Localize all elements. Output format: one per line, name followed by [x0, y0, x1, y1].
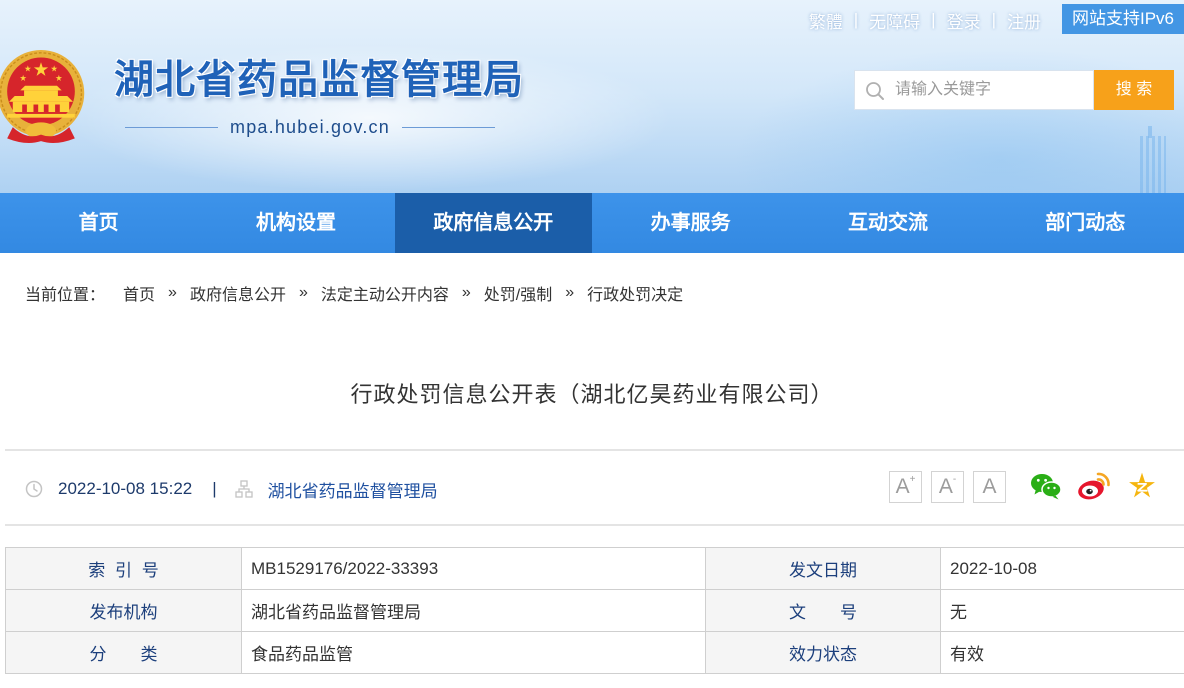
font-reset-letter: A [982, 475, 997, 498]
top-link-separator: | [931, 10, 936, 29]
ipv6-badge: 网站支持IPv6 [1062, 4, 1184, 34]
font-increase-button[interactable]: A+ [889, 471, 922, 503]
breadcrumb-separator: » [168, 284, 177, 301]
search-input[interactable] [895, 71, 1091, 109]
site-domain: mpa.hubei.gov.cn [230, 116, 390, 137]
issue-date-value: 2022-10-08 [940, 547, 1184, 590]
header-decoration [1140, 126, 1166, 193]
nav-item-gov-info-disclosure[interactable]: 政府信息公开 [394, 193, 592, 253]
font-increase-sup: + [909, 474, 916, 485]
national-emblem-logo[interactable] [0, 48, 88, 146]
category-value: 食品药品监管 [241, 631, 706, 674]
info-table: 索 引 号 MB1529176/2022-33393 发文日期 2022-10-… [5, 547, 1184, 674]
top-link-separator: | [853, 10, 859, 29]
domain-divider-right [401, 126, 495, 128]
main-nav: 首页 机构设置 政府信息公开 办事服务 互动交流 部门动态 [0, 193, 1184, 253]
nav-item-news[interactable]: 部门动态 [987, 193, 1184, 253]
category-label: 分 类 [5, 631, 242, 674]
publish-datetime: 2022-10-08 15:22 [58, 479, 193, 498]
meta-divider: | [212, 479, 217, 498]
issue-date-label: 发文日期 [705, 547, 941, 590]
title-divider [5, 449, 1184, 451]
breadcrumb: 当前位置： 首页 » 政府信息公开 » 法定主动公开内容 » 处罚/强制 » 行… [25, 281, 683, 305]
breadcrumb-item[interactable]: 法定主动公开内容 [321, 281, 449, 305]
organization-icon [235, 480, 253, 498]
breadcrumb-item[interactable]: 处罚/强制 [484, 281, 552, 305]
search-button[interactable]: 搜 索 [1094, 70, 1174, 110]
breadcrumb-item[interactable]: 首页 [123, 281, 155, 305]
font-reset-button[interactable]: A [973, 471, 1006, 503]
breadcrumb-separator: » [565, 284, 575, 301]
search-bar: 搜 索 [854, 70, 1174, 110]
register-link[interactable]: 注册 [1007, 8, 1041, 33]
domain-divider-left [125, 126, 218, 128]
article-meta: 2022-10-08 15:22 | 湖北省药品监督管理局 [25, 476, 438, 502]
breadcrumb-separator: » [461, 284, 471, 301]
search-box[interactable] [854, 70, 1094, 110]
table-row: 分 类 食品药品监管 效力状态 有效 [5, 631, 1184, 674]
font-increase-letter: A [895, 475, 910, 498]
qzone-icon[interactable] [1127, 472, 1157, 502]
validity-status-value: 有效 [940, 631, 1184, 674]
wechat-icon[interactable] [1030, 472, 1062, 500]
traditional-chinese-link[interactable]: 繁體 [809, 8, 843, 33]
document-number-value: 无 [940, 589, 1184, 632]
breadcrumb-prefix: 当前位置： [25, 287, 106, 304]
site-domain-row: mpa.hubei.gov.cn [125, 113, 495, 141]
page: 湖北省药品监督管理局 mpa.hubei.gov.cn 繁體 | 无障碍 | 登… [0, 0, 1184, 688]
meta-divider-line [5, 524, 1184, 526]
publisher-value: 湖北省药品监督管理局 [241, 589, 706, 632]
breadcrumb-item[interactable]: 政府信息公开 [190, 281, 286, 305]
font-decrease-letter: A [938, 475, 953, 498]
nav-item-interaction[interactable]: 互动交流 [789, 193, 986, 253]
breadcrumb-separator: » [298, 284, 308, 301]
publisher-source: 湖北省药品监督管理局 [267, 481, 438, 501]
article-title: 行政处罚信息公开表（湖北亿昊药业有限公司） [350, 382, 834, 407]
accessibility-link[interactable]: 无障碍 [869, 8, 920, 33]
index-number-label: 索 引 号 [5, 547, 242, 590]
validity-status-label: 效力状态 [705, 631, 941, 674]
font-decrease-button[interactable]: A- [931, 471, 964, 503]
table-row: 索 引 号 MB1529176/2022-33393 发文日期 2022-10-… [5, 547, 1184, 590]
nav-item-organization[interactable]: 机构设置 [197, 193, 394, 253]
table-row: 发布机构 湖北省药品监督管理局 文 号 无 [5, 589, 1184, 632]
document-number-label: 文 号 [705, 589, 941, 632]
site-title[interactable]: 湖北省药品监督管理局 [114, 56, 524, 104]
nav-item-home[interactable]: 首页 [0, 193, 197, 253]
site-header: 湖北省药品监督管理局 mpa.hubei.gov.cn 繁體 | 无障碍 | 登… [0, 0, 1184, 193]
clock-icon [25, 480, 43, 498]
top-links: 繁體 | 无障碍 | 登录 | 注册 [809, 6, 1041, 34]
search-icon [866, 82, 884, 100]
top-link-separator: | [991, 10, 996, 29]
index-number-value: MB1529176/2022-33393 [241, 547, 706, 590]
nav-item-services[interactable]: 办事服务 [592, 193, 789, 253]
breadcrumb-item[interactable]: 行政处罚决定 [587, 281, 683, 305]
publisher-label: 发布机构 [5, 589, 242, 632]
weibo-icon[interactable] [1077, 471, 1111, 501]
login-link[interactable]: 登录 [947, 8, 981, 33]
font-decrease-sup: - [952, 474, 957, 485]
